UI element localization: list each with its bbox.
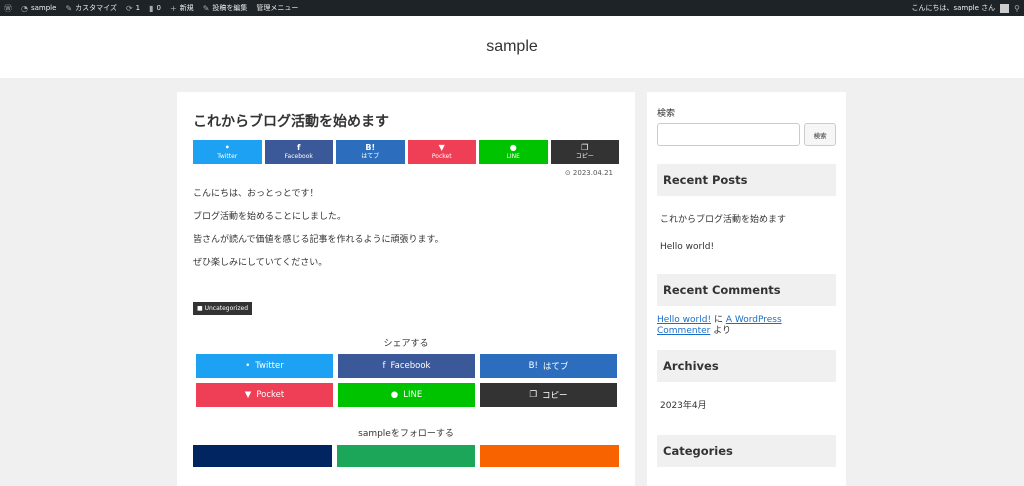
sidebar: 検索 検索 Recent Posts これからブログ活動を始めます Hello …	[647, 92, 846, 486]
clock-icon: ⊙	[564, 169, 573, 177]
line-icon: ●	[509, 142, 517, 152]
pocket-icon: ▼	[244, 390, 252, 400]
line-share-button-top[interactable]: ● LINE	[479, 140, 548, 164]
admin-comments[interactable]: ▮ 0	[149, 4, 161, 13]
search-icon[interactable]: ⚲	[1014, 4, 1020, 13]
twitter-share-button[interactable]: • Twitter	[196, 354, 333, 378]
wordpress-logo-icon[interactable]: Ⓦ	[4, 3, 12, 14]
sns-share-bottom: • Twitter f Facebook B! はてブ ▼ Pocket ● LINE ❐…	[196, 354, 619, 407]
site-header: sample	[0, 16, 1024, 78]
follow-label: sampleをフォローする	[358, 429, 454, 439]
paragraph: 皆さんが読んで価値を感じる記事を作れるように頑張ります。	[193, 235, 444, 245]
twitter-share-button-top[interactable]: • Twitter	[193, 140, 262, 164]
hatebu-share-button[interactable]: B! はてブ	[480, 354, 617, 378]
pocket-share-button[interactable]: ▼ Pocket	[196, 383, 333, 407]
recent-post-link[interactable]: これからブログ活動を始めます	[657, 212, 836, 225]
admin-edit-post[interactable]: ✎ 投稿を編集	[203, 3, 248, 13]
admin-menu[interactable]: 管理メニュー	[256, 3, 298, 13]
copy-share-button-top[interactable]: ❐ コピー	[550, 140, 619, 164]
paragraph: ぜひ楽しみにしていてください。	[193, 258, 328, 268]
plus-icon: +	[169, 3, 177, 13]
main-article: これからブログ活動を始めます • Twitter f Facebook B! はてブ …	[177, 92, 635, 486]
recent-comments-title: Recent Comments	[657, 274, 836, 306]
category-badge[interactable]: ■ Uncategorized	[193, 302, 253, 315]
admin-customize[interactable]: ✎ カスタマイズ	[65, 3, 117, 13]
entry-content: こんにちは、おっとっとです！ ブログ活動を始めることにしました。 皆さんが読んで…	[193, 190, 619, 268]
updates-icon: ⟳	[125, 3, 133, 13]
twitter-icon: •	[245, 361, 251, 371]
search-input[interactable]	[657, 123, 801, 146]
follow-button-1[interactable]	[193, 445, 332, 467]
site-title[interactable]: sample	[486, 38, 538, 56]
admin-site-name[interactable]: ◔ sample	[21, 4, 56, 13]
hatebu-icon: B!	[528, 361, 538, 371]
paragraph: こんにちは、おっとっとです！	[193, 189, 319, 199]
line-icon: ●	[390, 390, 399, 400]
copy-share-button[interactable]: ❐ コピー	[480, 383, 617, 407]
admin-bar: Ⓦ ◔ sample ✎ カスタマイズ ⟳ 1 ▮ 0 + 新規 ✎ 投稿を編集 管理メニュ…	[0, 0, 1024, 16]
archive-link[interactable]: 2023年4月	[657, 398, 836, 411]
hatebu-icon: B!	[365, 142, 376, 152]
comment-icon: ▮	[149, 3, 154, 13]
categories-title: Categories	[657, 434, 836, 467]
entry-title: これからブログ活動を始めます	[193, 114, 389, 130]
follow-buttons	[193, 445, 620, 467]
facebook-share-button-top[interactable]: f Facebook	[264, 140, 333, 164]
follow-button-3[interactable]	[480, 445, 620, 467]
facebook-icon: f	[297, 142, 301, 152]
hatebu-share-button-top[interactable]: B! はてブ	[336, 140, 405, 164]
recent-post-link[interactable]: Hello world!	[657, 242, 836, 252]
facebook-share-button[interactable]: f Facebook	[338, 354, 475, 378]
recent-posts-title: Recent Posts	[657, 164, 836, 196]
admin-greeting[interactable]: こんにちは、sample さん	[911, 3, 995, 13]
sns-share-top: • Twitter f Facebook B! はてブ ▼ Pocket ● LINE ❐…	[193, 140, 619, 164]
folder-icon: ■	[197, 305, 205, 312]
facebook-icon: f	[382, 361, 386, 371]
admin-new[interactable]: + 新規	[170, 3, 194, 13]
copy-icon: ❐	[529, 390, 538, 400]
copy-icon: ❐	[581, 142, 589, 152]
search-button[interactable]: 検索	[804, 123, 836, 146]
brush-icon: ✎	[65, 3, 73, 13]
paragraph: ブログ活動を始めることにしました。	[193, 212, 347, 222]
admin-updates[interactable]: ⟳ 1	[126, 4, 140, 13]
comment-post-link[interactable]: Hello world!	[657, 315, 711, 325]
post-date: ⊙ 2023.04.21	[564, 169, 613, 177]
pocket-icon: ▼	[438, 142, 445, 152]
pencil-icon: ✎	[202, 3, 210, 13]
recent-comment: Hello world! に A WordPress Commenter より	[657, 315, 782, 336]
share-label: シェアする	[383, 339, 429, 349]
dashboard-icon: ◔	[21, 3, 28, 13]
pocket-share-button-top[interactable]: ▼ Pocket	[407, 140, 476, 164]
search-form: 検索	[657, 123, 836, 146]
archives-title: Archives	[657, 349, 836, 382]
follow-button-2[interactable]	[336, 445, 476, 467]
line-share-button[interactable]: ● LINE	[338, 383, 475, 407]
twitter-icon: •	[224, 142, 230, 152]
search-label: 検索	[657, 109, 676, 119]
avatar[interactable]	[1000, 3, 1010, 13]
